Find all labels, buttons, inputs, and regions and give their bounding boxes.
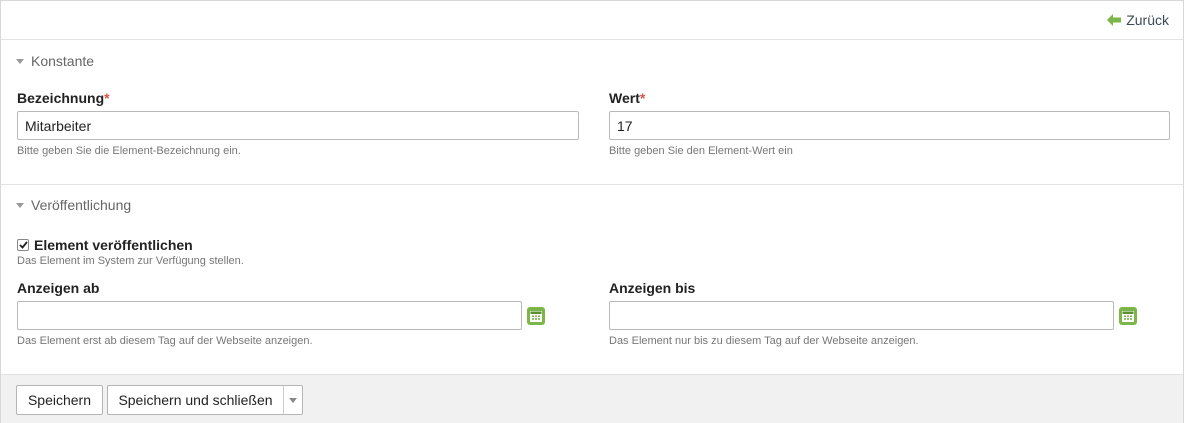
required-mark: * (104, 90, 110, 106)
bezeichnung-label: Bezeichnung* (17, 90, 110, 106)
bezeichnung-help: Bitte geben Sie die Element-Bezeichnung … (17, 145, 241, 157)
wert-input[interactable] (609, 111, 1170, 140)
wert-label-text: Wert (609, 90, 640, 106)
anzeigen-bis-label: Anzeigen bis (609, 280, 696, 296)
caret-down-icon (16, 202, 24, 208)
anzeigen-bis-help: Das Element nur bis zu diesem Tag auf de… (609, 335, 919, 347)
top-bar: Zurück (1, 1, 1183, 40)
calendar-icon[interactable] (1119, 307, 1137, 325)
save-and-close-button[interactable]: Speichern und schließen (107, 385, 284, 415)
checkmark-icon (18, 241, 28, 249)
calendar-icon[interactable] (527, 307, 545, 325)
form-panel: Zurück Konstante Bezeichnung* Bitte gebe… (0, 0, 1184, 423)
caret-down-icon (289, 397, 297, 403)
section-title-konstante: Konstante (31, 53, 95, 69)
publish-help: Das Element im System zur Verfügung stel… (17, 255, 244, 267)
save-button[interactable]: Speichern (16, 385, 103, 415)
bezeichnung-label-text: Bezeichnung (17, 90, 105, 106)
form-footer: Speichern Speichern und schließen (1, 374, 1183, 423)
wert-label: Wert* (609, 90, 645, 106)
anzeigen-ab-help: Das Element erst ab diesem Tag auf der W… (17, 335, 313, 347)
arrow-left-icon (1107, 14, 1122, 26)
anzeigen-ab-input[interactable] (17, 301, 522, 330)
section-title-veroeffentlichung: Veröffentlichung (31, 197, 132, 213)
caret-down-icon (16, 58, 24, 64)
required-mark: * (639, 90, 646, 106)
anzeigen-ab-label: Anzeigen ab (17, 280, 100, 296)
back-label: Zurück (1126, 12, 1169, 28)
anzeigen-bis-input[interactable] (609, 301, 1114, 330)
save-options-dropdown[interactable] (283, 385, 303, 415)
publish-checkbox[interactable] (17, 239, 29, 251)
section-header-konstante[interactable]: Konstante (16, 53, 94, 69)
section-divider (1, 184, 1183, 185)
bezeichnung-input[interactable] (17, 111, 579, 140)
wert-help: Bitte geben Sie den Element-Wert ein (609, 145, 793, 157)
publish-checkbox-row[interactable]: Element veröffentlichen (17, 237, 193, 253)
publish-label: Element veröffentlichen (34, 237, 193, 253)
section-header-veroeffentlichung[interactable]: Veröffentlichung (16, 197, 131, 213)
back-link[interactable]: Zurück (1107, 12, 1169, 28)
